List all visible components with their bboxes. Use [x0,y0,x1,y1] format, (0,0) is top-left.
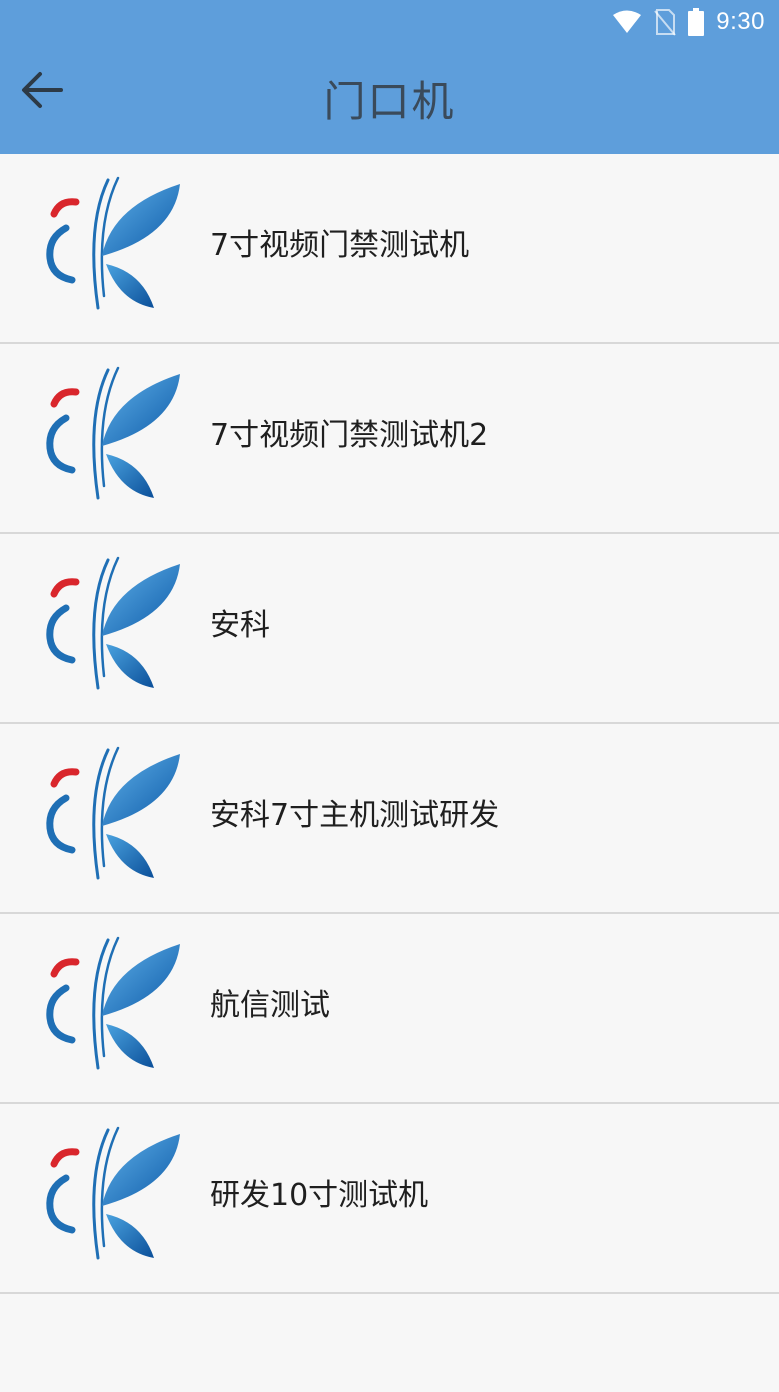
battery-icon [688,8,705,36]
anke-logo-icon [42,176,182,316]
device-list-item[interactable]: 7寸视频门禁测试机 [0,154,779,344]
device-name: 安科7寸主机测试研发 [210,798,500,833]
anke-logo-icon [42,936,182,1076]
device-name: 7寸视频门禁测试机 [210,228,470,263]
device-list-item[interactable]: 安科7寸主机测试研发 [0,724,779,914]
device-list-item[interactable]: 航信测试 [0,914,779,1104]
status-time: 9:30 [716,8,765,35]
device-list-item[interactable]: 安科 [0,534,779,724]
anke-logo-icon [42,366,182,506]
app-bar: 9:30 门口机 [0,0,779,154]
anke-logo-icon [42,1126,182,1266]
status-bar: 9:30 [0,0,779,44]
toolbar: 门口机 [0,44,779,154]
device-list-item[interactable]: 7寸视频门禁测试机2 [0,344,779,534]
status-icons: 9:30 [612,6,765,38]
device-name: 航信测试 [210,988,330,1023]
page-title: 门口机 [323,77,456,126]
device-name: 7寸视频门禁测试机2 [210,418,489,453]
anke-logo-icon [42,556,182,696]
device-name: 安科 [210,608,270,643]
anke-logo-icon [42,746,182,886]
no-sim-icon [654,8,677,36]
device-name: 研发10寸测试机 [210,1178,429,1213]
device-list: 7寸视频门禁测试机 7寸视频门禁测试机2 安科 安科7寸主机测试研发 航信测试 … [0,154,779,1294]
device-list-item[interactable]: 研发10寸测试机 [0,1104,779,1294]
wifi-icon [612,10,642,34]
